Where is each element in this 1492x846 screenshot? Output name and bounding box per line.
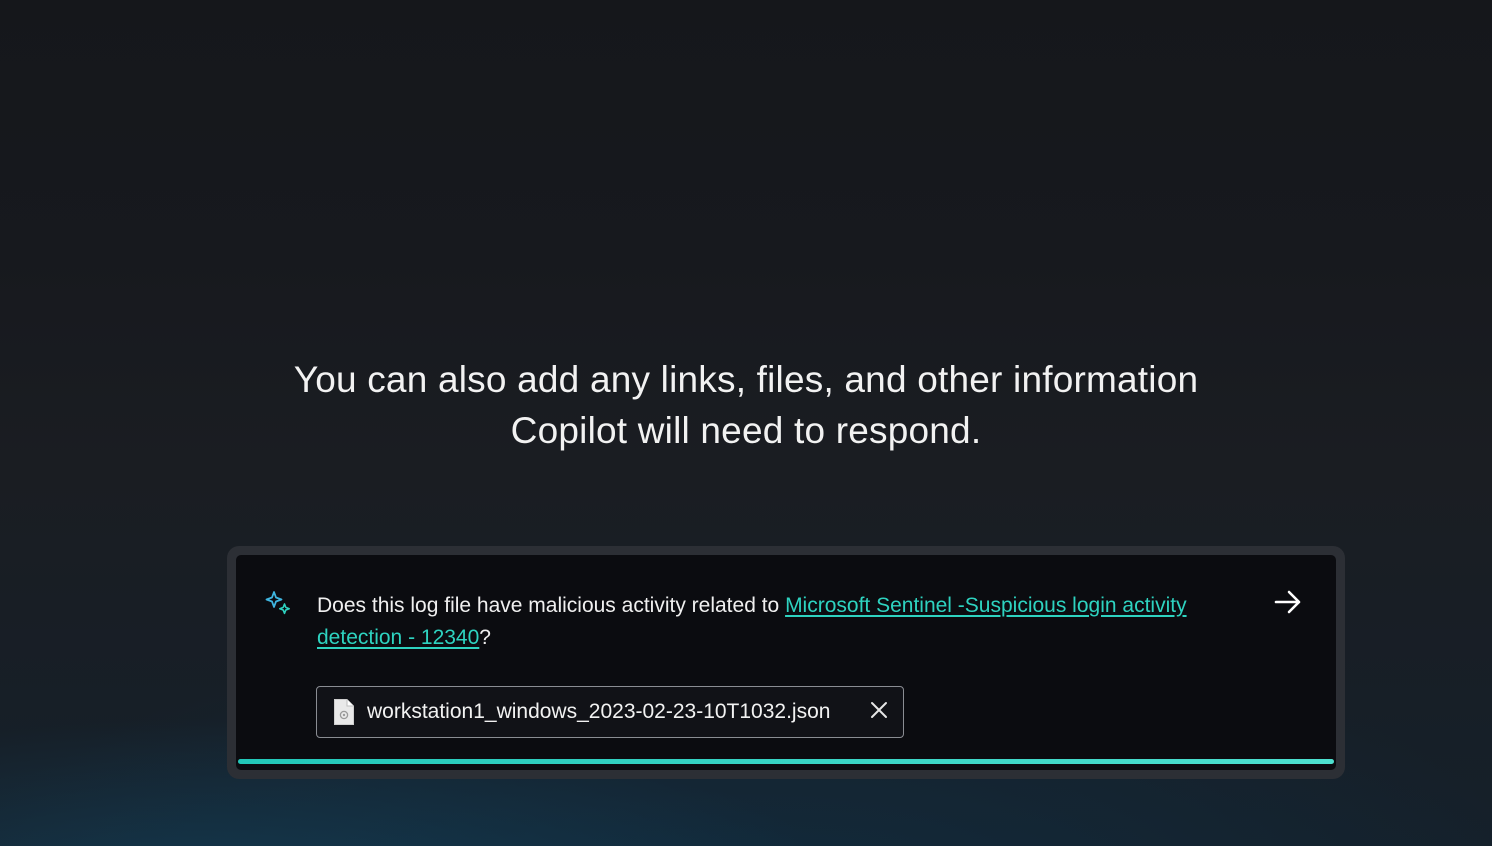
file-name: workstation1_windows_2023-02-23-10T1032.…	[367, 700, 831, 723]
headline: You can also add any links, files, and o…	[0, 354, 1492, 456]
file-attachment-chip: workstation1_windows_2023-02-23-10T1032.…	[316, 686, 904, 738]
progress-bar	[238, 759, 1334, 764]
arrow-right-icon	[1273, 589, 1303, 620]
progress-bar-fill	[238, 759, 1334, 764]
file-icon	[333, 698, 355, 726]
prompt-box[interactable]: Does this log file have malicious activi…	[236, 555, 1336, 770]
prompt-text-end: ?	[479, 626, 491, 649]
send-button[interactable]	[1268, 587, 1308, 621]
sparkle-icon	[264, 589, 294, 619]
headline-line-1: You can also add any links, files, and o…	[293, 359, 1199, 400]
prompt-box-frame: Does this log file have malicious activi…	[227, 546, 1345, 779]
headline-line-2: Copilot will need to respond.	[510, 410, 982, 451]
remove-attachment-button[interactable]	[867, 700, 891, 724]
close-icon	[869, 700, 889, 725]
prompt-text[interactable]: Does this log file have malicious activi…	[317, 590, 1217, 654]
prompt-text-start: Does this log file have malicious activi…	[317, 594, 786, 617]
